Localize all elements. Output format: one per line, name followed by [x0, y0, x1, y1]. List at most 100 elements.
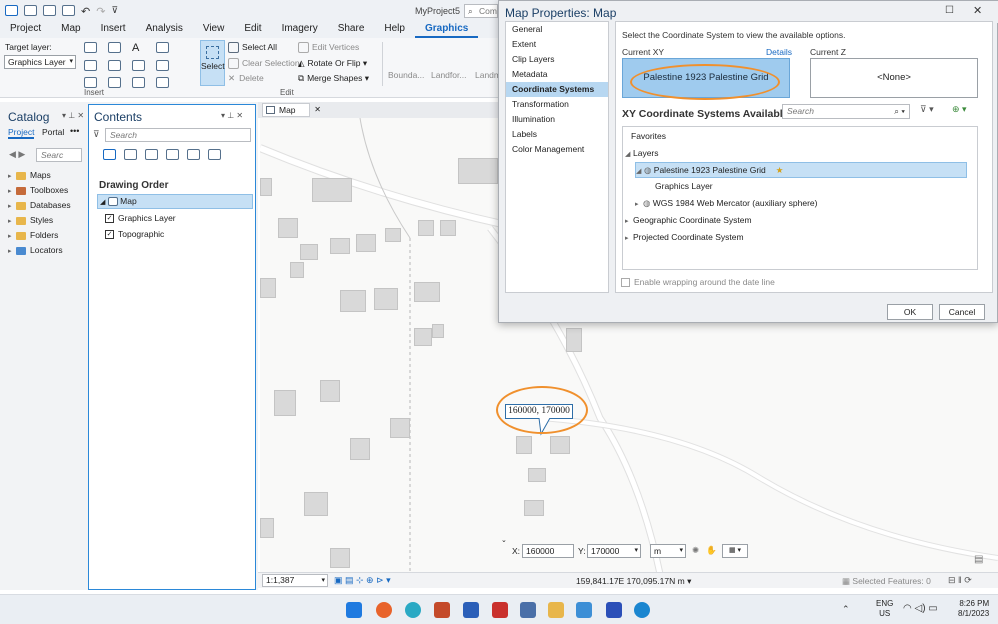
gallery-item-landform[interactable]: Landfor... — [431, 70, 466, 80]
pan-icon[interactable]: ✋ — [706, 545, 717, 556]
cancel-button[interactable]: Cancel — [939, 304, 985, 320]
tab-analysis[interactable]: Analysis — [136, 22, 193, 38]
outlook-icon[interactable] — [434, 602, 450, 618]
open-project-icon[interactable] — [43, 5, 56, 16]
tab-view[interactable]: View — [193, 22, 235, 38]
select-button[interactable]: Select — [200, 40, 225, 86]
merge-shapes-button[interactable]: ⧉ Merge Shapes ▾ — [298, 73, 369, 84]
layer-visibility-checkbox[interactable]: ✓ — [105, 230, 114, 240]
map-navigation-tools-icon[interactable]: ▣ ▤ ⊹ ⊕ ⊳ ▾ — [334, 575, 391, 586]
filter-icon[interactable]: ⊽ ▾ — [920, 104, 934, 115]
collapse-chevron-icon[interactable]: ⌄ — [501, 536, 507, 544]
catalog-item-styles[interactable]: ▸ Styles — [8, 213, 71, 228]
favorite-star-icon[interactable]: ★ — [776, 165, 784, 175]
r-icon[interactable] — [606, 602, 622, 618]
nav-metadata[interactable]: Metadata — [506, 67, 608, 82]
font-icon[interactable]: A — [132, 42, 156, 54]
tab-share[interactable]: Share — [328, 22, 375, 38]
system-clock[interactable]: 8:26 PM 8/1/2023 — [958, 599, 989, 619]
gallery-item-boundary[interactable]: Bounda... — [388, 70, 424, 80]
tray-overflow-icon[interactable]: ⌃ — [842, 604, 850, 615]
nav-clip-layers[interactable]: Clip Layers — [506, 52, 608, 67]
nav-extent[interactable]: Extent — [506, 37, 608, 52]
tree-web-mercator[interactable]: ▸ ◍ WGS 1984 Web Mercator (auxiliary sphe… — [635, 196, 818, 211]
customize-icon[interactable]: ⊽ — [111, 5, 118, 18]
ok-button[interactable]: OK — [887, 304, 933, 320]
wrap-dateline-checkbox[interactable]: Enable wrapping around the date line — [621, 277, 775, 288]
map-item[interactable]: ◢ Map — [97, 194, 253, 209]
tab-graphics[interactable]: Graphics — [414, 22, 479, 38]
layer-visibility-checkbox[interactable]: ✓ — [105, 214, 114, 224]
x-coordinate-input[interactable]: 160000 — [522, 544, 574, 558]
undo-icon[interactable]: ↶ — [81, 5, 90, 18]
filter-icon[interactable]: ⊽ — [93, 129, 100, 140]
target-layer-dropdown[interactable]: Graphics Layer ▾ — [4, 55, 76, 69]
tree-layers[interactable]: ◢ Layers — [625, 146, 659, 161]
picture-icon[interactable] — [156, 60, 169, 71]
nav-illumination[interactable]: Illumination — [506, 112, 608, 127]
nav-labels[interactable]: Labels — [506, 127, 608, 142]
nav-color-management[interactable]: Color Management — [506, 142, 608, 157]
lasso-icon[interactable] — [156, 77, 169, 88]
clear-selection-button[interactable]: Clear Selection — [228, 58, 300, 70]
catalog-search-input[interactable]: Searc — [36, 148, 82, 162]
maximize-icon[interactable]: ☐ — [945, 5, 954, 16]
tree-favorites[interactable]: Favorites — [631, 129, 666, 144]
layer-item-topographic[interactable]: ✓ Topographic — [105, 227, 164, 242]
catalog-item-toolboxes[interactable]: ▸ Toolboxes — [8, 183, 71, 198]
flash-icon[interactable]: ✺ — [692, 545, 699, 556]
catalog-item-databases[interactable]: ▸ Databases — [8, 198, 71, 213]
selection-view-icon[interactable] — [145, 149, 158, 160]
editing-view-icon[interactable] — [166, 149, 179, 160]
marker-icon[interactable] — [132, 60, 145, 71]
tree-projected[interactable]: ▸ Projected Coordinate System — [625, 230, 744, 245]
line-icon[interactable] — [84, 77, 97, 88]
mark-tool-dropdown[interactable]: ▦ ▾ — [722, 544, 748, 558]
contents-search-input[interactable]: Search — [105, 128, 251, 142]
tab-project[interactable]: Project — [0, 22, 51, 38]
catalog-item-folders[interactable]: ▸ Folders — [8, 228, 71, 243]
delete-button[interactable]: ✕ Delete — [228, 73, 264, 84]
details-link[interactable]: Details — [766, 47, 792, 57]
pause-drawing-icon[interactable]: ⊟ ‖ ⟳ — [948, 575, 972, 586]
polygon-text-icon[interactable] — [84, 60, 97, 71]
new-project-icon[interactable] — [24, 5, 37, 16]
word-icon[interactable] — [463, 602, 479, 618]
selected-features-count[interactable]: ▦ Selected Features: 0 — [842, 576, 931, 587]
tab-edit[interactable]: Edit — [234, 22, 271, 38]
arcgis-pro-icon[interactable] — [634, 602, 650, 618]
nav-general[interactable]: General — [506, 22, 608, 37]
edge-icon[interactable] — [405, 602, 421, 618]
tab-imagery[interactable]: Imagery — [272, 22, 328, 38]
labeling-view-icon[interactable] — [208, 149, 221, 160]
firefox-icon[interactable] — [376, 602, 392, 618]
windows-start-icon[interactable] — [346, 602, 362, 618]
text-icon[interactable] — [84, 42, 97, 53]
freehand-icon[interactable] — [132, 77, 145, 88]
nav-coordinate-systems[interactable]: Coordinate Systems — [506, 82, 608, 97]
layer-item-graphics[interactable]: ✓ Graphics Layer — [105, 211, 176, 226]
snipping-tool-icon[interactable] — [576, 602, 592, 618]
catalog-tab-project[interactable]: Project — [8, 127, 35, 139]
tab-map[interactable]: Map — [51, 22, 90, 38]
nav-transformation[interactable]: Transformation — [506, 97, 608, 112]
wifi-icon[interactable]: ◠ ◁) ▭ — [903, 603, 938, 614]
snapping-view-icon[interactable] — [187, 149, 200, 160]
file-explorer-icon[interactable] — [548, 602, 564, 618]
data-source-icon[interactable] — [124, 149, 137, 160]
map-tab[interactable]: Map ✕ — [262, 103, 321, 117]
notifications-icon[interactable]: ▤ — [974, 554, 983, 565]
more-icon[interactable]: ••• — [70, 126, 79, 136]
acrobat-icon[interactable] — [492, 602, 508, 618]
catalog-item-maps[interactable]: ▸ Maps — [8, 168, 71, 183]
tree-graphics-layer[interactable]: Graphics Layer — [655, 179, 713, 194]
y-coordinate-input[interactable]: 170000 ▾ — [587, 544, 641, 558]
point-text-icon[interactable] — [156, 42, 169, 53]
unit-dropdown[interactable]: m ▾ — [650, 544, 686, 558]
close-dialog-icon[interactable]: ✕ — [973, 4, 982, 17]
catalog-tab-portal[interactable]: Portal — [42, 127, 64, 137]
catalog-item-locators[interactable]: ▸ Locators — [8, 243, 71, 258]
tree-selected-cs[interactable]: ◢ ◍ Palestine 1923 Palestine Grid ★ — [635, 162, 967, 178]
tab-help[interactable]: Help — [374, 22, 415, 38]
command-search-input[interactable]: ⌕ Comm — [464, 4, 498, 18]
